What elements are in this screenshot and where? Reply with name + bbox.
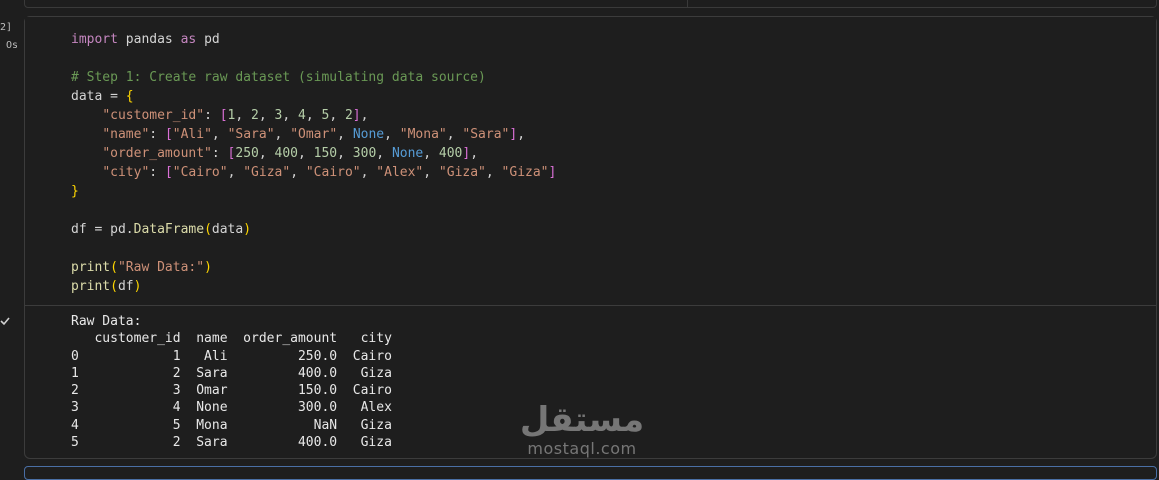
check-icon [0, 317, 10, 326]
watermark-url: mostaql.com [527, 439, 637, 458]
code-line[interactable]: "name": ["Ali", "Sara", "Omar", None, "M… [71, 127, 525, 142]
code-line[interactable]: print(df) [71, 279, 141, 294]
code-line[interactable]: df = pd.DataFrame(data) [71, 222, 251, 237]
next-cell[interactable] [24, 466, 1157, 480]
code-line[interactable]: "customer_id": [1, 2, 3, 4, 5, 2], [71, 108, 368, 123]
watermark-logo: مستقل mostaql.com [512, 400, 652, 462]
code-editor[interactable]: import pandas as pd # Step 1: Create raw… [25, 17, 1156, 305]
output-line: 2 3 Omar 150.0 Cairo [71, 383, 392, 399]
watermark-arabic: مستقل [519, 400, 645, 440]
cell-output: Raw Data: customer_id name order_amount … [71, 313, 392, 451]
code-line[interactable]: "city": ["Cairo", "Giza", "Cairo", "Alex… [71, 165, 556, 180]
previous-cell-divider [687, 0, 688, 7]
code-line[interactable]: # Step 1: Create raw dataset (simulating… [71, 70, 486, 85]
code-line[interactable]: data = { [71, 89, 134, 104]
output-line: 3 4 None 300.0 Alex [71, 400, 392, 416]
output-line: Raw Data: [71, 314, 142, 329]
code-content[interactable]: import pandas as pd # Step 1: Create raw… [71, 30, 556, 296]
output-line: 1 2 Sara 400.0 Giza [71, 365, 392, 381]
execution-time: Os [6, 40, 19, 51]
code-line[interactable]: "order_amount": [250, 400, 150, 300, Non… [71, 146, 478, 161]
code-cell[interactable]: import pandas as pd # Step 1: Create raw… [24, 16, 1157, 459]
output-line: 5 2 Sara 400.0 Giza [71, 435, 392, 451]
code-line[interactable]: import pandas as pd [71, 32, 220, 47]
output-divider [25, 305, 1156, 306]
output-line: 0 1 Ali 250.0 Cairo [71, 348, 392, 364]
execution-count: 2] [0, 22, 13, 33]
code-line[interactable]: } [71, 184, 79, 199]
output-line: 4 5 Mona NaN Giza [71, 417, 392, 433]
output-line: customer_id name order_amount city [71, 331, 392, 347]
code-line[interactable]: print("Raw Data:") [71, 260, 212, 275]
previous-cell[interactable] [24, 0, 1157, 8]
